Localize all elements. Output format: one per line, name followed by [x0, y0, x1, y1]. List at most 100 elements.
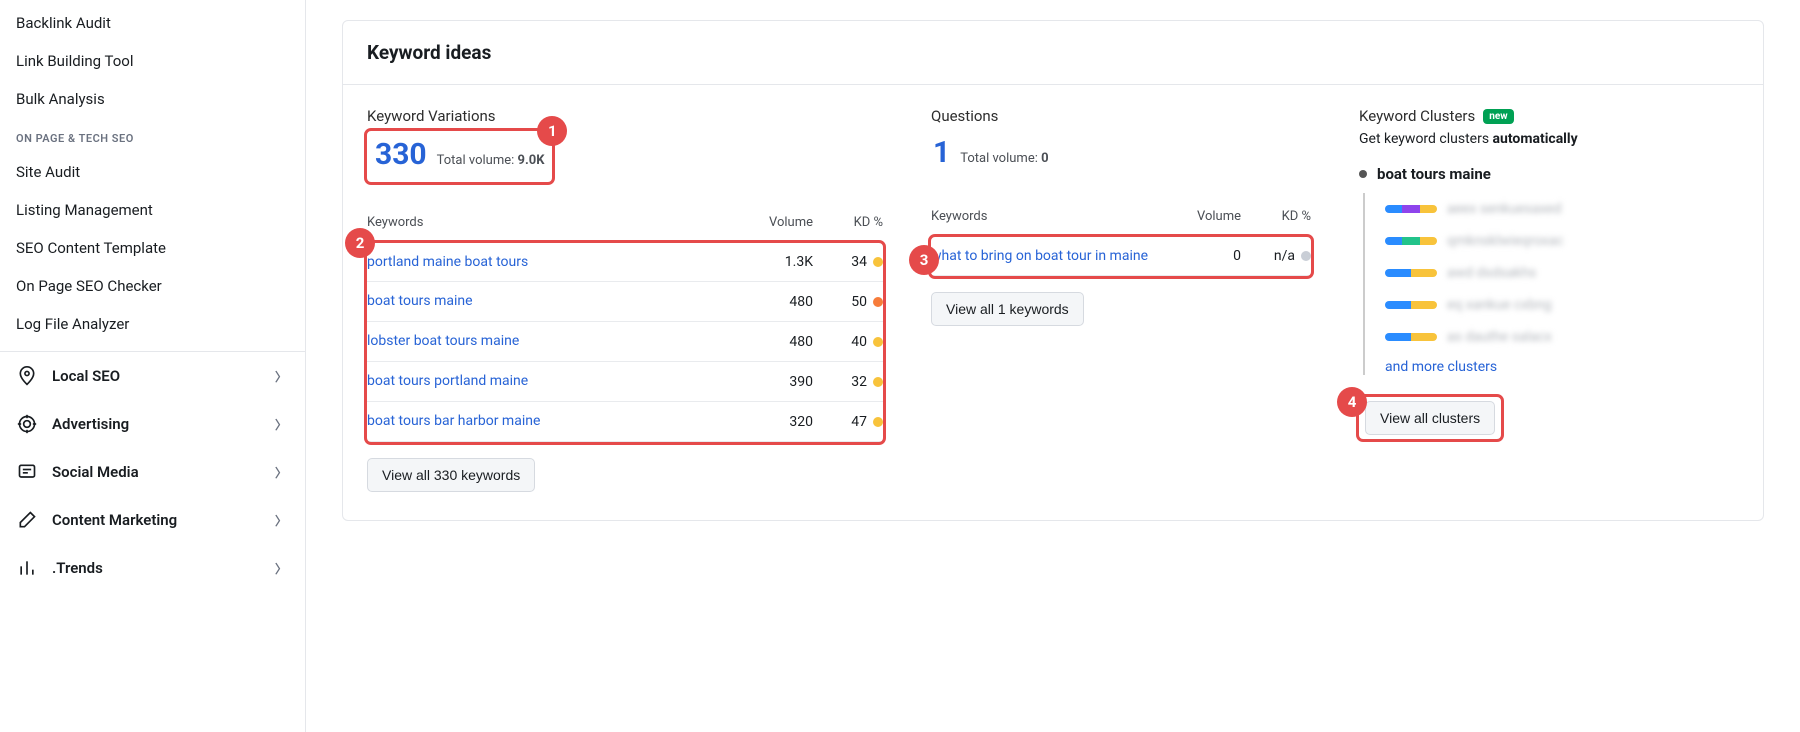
sidebar-item[interactable]: Link Building Tool — [0, 42, 305, 80]
chevron-right-icon: 〉 — [275, 368, 287, 385]
variations-total-volume: Total volume: 9.0K — [437, 153, 545, 168]
kd-dot-icon — [873, 257, 883, 267]
questions-table-head: Keywords Volume KD % — [931, 198, 1311, 237]
table-row: boat tours portland maine39032 — [367, 362, 883, 402]
cluster-root[interactable]: boat tours maine — [1359, 165, 1739, 183]
cluster-bar-icon — [1385, 333, 1437, 341]
sidebar-collapse-item[interactable]: Content Marketing〉 — [0, 496, 305, 544]
cluster-bar-icon — [1385, 269, 1437, 277]
cluster-label-blurred: eq xankue cxbng — [1447, 297, 1552, 313]
keyword-volume: 1.3K — [743, 254, 813, 270]
col-volume: Volume — [1171, 209, 1241, 224]
col-keywords: Keywords — [367, 214, 743, 232]
chevron-right-icon: 〉 — [275, 560, 287, 577]
table-row: lobster boat tours maine48040 — [367, 322, 883, 362]
questions-count[interactable]: 1 — [933, 135, 950, 170]
cluster-bar-icon — [1385, 301, 1437, 309]
sidebar: Backlink AuditLink Building ToolBulk Ana… — [0, 0, 306, 732]
col-volume: Volume — [743, 215, 813, 230]
cluster-label-blurred: aeex senkuesaxed — [1447, 201, 1561, 217]
keyword-kd: 47 — [813, 414, 883, 430]
keyword-kd: 32 — [813, 374, 883, 390]
keyword-volume: 0 — [1171, 248, 1241, 264]
new-badge: new — [1483, 109, 1513, 124]
cluster-item[interactable]: as dauthe salacx — [1385, 321, 1739, 353]
sidebar-collapse-item[interactable]: Local SEO 〉 — [0, 352, 305, 400]
sidebar-item[interactable]: Log File Analyzer — [0, 305, 305, 343]
panel-title: Keyword ideas — [343, 21, 1763, 85]
cluster-item[interactable]: qmknsklwieqroxac — [1385, 225, 1739, 257]
cluster-bar-icon — [1385, 237, 1437, 245]
sidebar-item[interactable]: Bulk Analysis — [0, 80, 305, 118]
sidebar-item-label: Local SEO — [52, 367, 120, 385]
keyword-kd: n/a — [1241, 248, 1311, 264]
cluster-item[interactable]: aeex senkuesaxed — [1385, 193, 1739, 225]
questions-column: Questions 1 Total volume: 0 Keywords Vol… — [931, 107, 1311, 326]
view-all-clusters-button[interactable]: View all clusters — [1365, 401, 1495, 435]
keyword-link[interactable]: what to bring on boat tour in maine — [931, 247, 1171, 266]
kd-dot-icon — [1301, 251, 1311, 261]
clusters-title: Keyword Clusters new — [1359, 107, 1739, 125]
view-all-questions-button[interactable]: View all 1 keywords — [931, 292, 1084, 326]
annotation-badge-1: 1 — [537, 116, 567, 146]
sidebar-collapse-item[interactable]: .Trends 〉 — [0, 544, 305, 592]
sidebar-collapse-item[interactable]: Social Media〉 — [0, 448, 305, 496]
cluster-label-blurred: qmknsklwieqroxac — [1447, 233, 1563, 249]
questions-table: Keywords Volume KD % 3 what to bring on … — [931, 198, 1311, 276]
sidebar-collapse-item[interactable]: Advertising 〉 — [0, 400, 305, 448]
variations-count[interactable]: 330 — [375, 137, 427, 172]
keyword-link[interactable]: boat tours portland maine — [367, 372, 743, 391]
table-row: boat tours bar harbor maine32047 — [367, 402, 883, 442]
variations-table: Keywords Volume KD % 2 portland maine bo… — [367, 204, 883, 442]
keyword-link[interactable]: lobster boat tours maine — [367, 332, 743, 351]
questions-title: Questions — [931, 107, 1311, 125]
sidebar-item[interactable]: Backlink Audit — [0, 4, 305, 42]
variations-title: Keyword Variations — [367, 107, 883, 125]
sidebar-item[interactable]: Listing Management — [0, 191, 305, 229]
keyword-kd: 34 — [813, 254, 883, 270]
sidebar-item-label: .Trends — [52, 559, 103, 577]
sidebar-item-icon — [16, 462, 38, 482]
annotation-badge-4: 4 — [1337, 387, 1367, 417]
annotation-badge-3: 3 — [909, 245, 939, 275]
cluster-list: aeex senkuesaxed qmknsklwieqroxac awd dsds… — [1363, 193, 1739, 375]
cluster-item[interactable]: eq xankue cxbng — [1385, 289, 1739, 321]
keyword-volume: 480 — [743, 294, 813, 310]
kd-dot-icon — [873, 337, 883, 347]
table-row: what to bring on boat tour in maine0n/a — [931, 237, 1311, 277]
sidebar-item[interactable]: On Page SEO Checker — [0, 267, 305, 305]
keyword-volume: 390 — [743, 374, 813, 390]
questions-total-volume: Total volume: 0 — [960, 151, 1048, 166]
more-clusters-link[interactable]: and more clusters — [1385, 353, 1739, 375]
keyword-link[interactable]: portland maine boat tours — [367, 253, 743, 272]
clusters-subtitle: Get keyword clusters automatically — [1359, 131, 1739, 147]
view-all-variations-button[interactable]: View all 330 keywords — [367, 458, 535, 492]
sidebar-item-icon — [16, 366, 38, 386]
annotation-box-1: 1 330 Total volume: 9.0K — [367, 131, 552, 182]
keyword-link[interactable]: boat tours maine — [367, 292, 743, 311]
sidebar-section-onpage: ON PAGE & TECH SEO — [0, 118, 305, 153]
sidebar-item[interactable]: Site Audit — [0, 153, 305, 191]
variations-table-head: Keywords Volume KD % — [367, 204, 883, 243]
annotation-box-2: 2 portland maine boat tours1.3K34boat to… — [367, 243, 883, 442]
col-kd: KD % — [813, 215, 883, 230]
cluster-bar-icon — [1385, 205, 1437, 213]
cluster-label-blurred: as dauthe salacx — [1447, 329, 1552, 345]
annotation-box-4: 4 View all clusters — [1359, 397, 1501, 439]
cluster-label-blurred: awd dsdsakhs — [1447, 265, 1536, 281]
annotation-badge-2: 2 — [345, 228, 375, 258]
chevron-right-icon: 〉 — [275, 416, 287, 433]
cluster-item[interactable]: awd dsdsakhs — [1385, 257, 1739, 289]
sidebar-item[interactable]: SEO Content Template — [0, 229, 305, 267]
keyword-link[interactable]: boat tours bar harbor maine — [367, 412, 743, 431]
clusters-column: Keyword Clusters new Get keyword cluster… — [1359, 107, 1739, 439]
sidebar-item-icon — [16, 558, 38, 578]
sidebar-item-icon — [16, 414, 38, 434]
keyword-kd: 40 — [813, 334, 883, 350]
sidebar-item-label: Content Marketing — [52, 511, 177, 529]
table-row: portland maine boat tours1.3K34 — [367, 243, 883, 283]
kd-dot-icon — [873, 377, 883, 387]
sidebar-item-label: Advertising — [52, 415, 129, 433]
table-row: boat tours maine48050 — [367, 282, 883, 322]
kd-dot-icon — [873, 417, 883, 427]
